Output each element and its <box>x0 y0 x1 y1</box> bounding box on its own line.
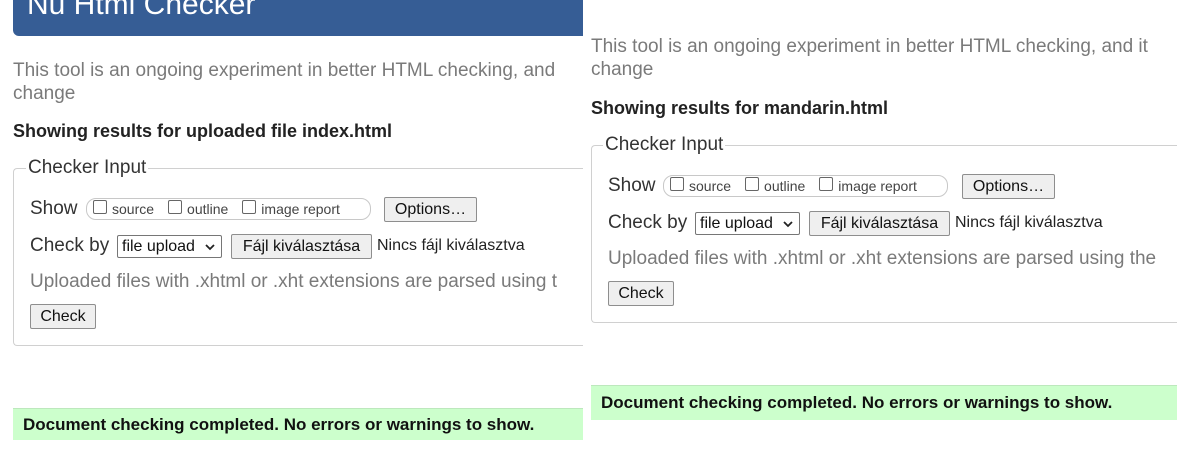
show-options-group: source outline image report <box>663 175 948 197</box>
check-button[interactable]: Check <box>608 281 674 306</box>
outline-checkbox[interactable] <box>168 200 183 214</box>
success-message: Document checking completed. No errors o… <box>13 408 583 440</box>
intro-line-1: This tool is an ongoing experiment in be… <box>591 36 1148 57</box>
source-option[interactable]: source <box>93 200 154 217</box>
left-pane: Nu Html Checker This tool is an ongoing … <box>0 0 583 459</box>
page-title: Nu Html Checker <box>27 0 256 21</box>
upload-note: Uploaded files with .xhtml or .xht exten… <box>30 271 557 292</box>
check-button[interactable]: Check <box>30 304 96 329</box>
header-bar: Nu Html Checker <box>13 0 583 36</box>
show-options-group: source outline image report <box>86 198 371 220</box>
no-file-text: Nincs fájl kiválasztva <box>377 237 525 254</box>
no-file-text: Nincs fájl kiválasztva <box>955 214 1103 231</box>
success-message: Document checking completed. No errors o… <box>591 385 1177 420</box>
source-checkbox[interactable] <box>670 177 684 191</box>
check-by-select[interactable]: file upload <box>695 212 800 235</box>
image-report-option[interactable]: image report <box>819 177 917 194</box>
image-report-option[interactable]: image report <box>242 200 340 217</box>
checker-input-legend: Checker Input <box>26 157 149 179</box>
outline-option[interactable]: outline <box>168 200 228 217</box>
chevron-down-icon <box>783 221 793 228</box>
intro-text: This tool is an ongoing experiment in be… <box>591 35 1148 81</box>
checker-input-legend: Checker Input <box>603 134 726 156</box>
show-label: Show <box>608 175 656 196</box>
intro-line-1: This tool is an ongoing experiment in be… <box>13 60 556 81</box>
outline-option[interactable]: outline <box>745 177 805 194</box>
outline-checkbox[interactable] <box>745 177 760 191</box>
upload-note: Uploaded files with .xhtml or .xht exten… <box>608 248 1157 269</box>
intro-line-2: change <box>13 83 76 104</box>
check-by-label: Check by <box>608 212 688 233</box>
options-button[interactable]: Options… <box>384 197 477 222</box>
choose-file-button[interactable]: Fájl kiválasztása <box>231 234 372 259</box>
options-button[interactable]: Options… <box>962 174 1055 199</box>
intro-text: This tool is an ongoing experiment in be… <box>13 59 555 105</box>
check-by-label: Check by <box>30 235 110 256</box>
show-label: Show <box>30 198 78 219</box>
check-by-select[interactable]: file upload <box>117 235 222 258</box>
source-option[interactable]: source <box>670 177 731 194</box>
source-checkbox[interactable] <box>93 200 107 214</box>
results-heading: Showing results for mandarin.html <box>591 98 889 118</box>
intro-line-2: change <box>591 59 654 80</box>
choose-file-button[interactable]: Fájl kiválasztása <box>809 211 950 236</box>
right-pane: This tool is an ongoing experiment in be… <box>583 0 1177 459</box>
chevron-down-icon <box>205 244 215 251</box>
image-report-checkbox[interactable] <box>819 177 834 191</box>
image-report-checkbox[interactable] <box>242 200 257 214</box>
results-heading: Showing results for uploaded file index.… <box>13 121 393 141</box>
